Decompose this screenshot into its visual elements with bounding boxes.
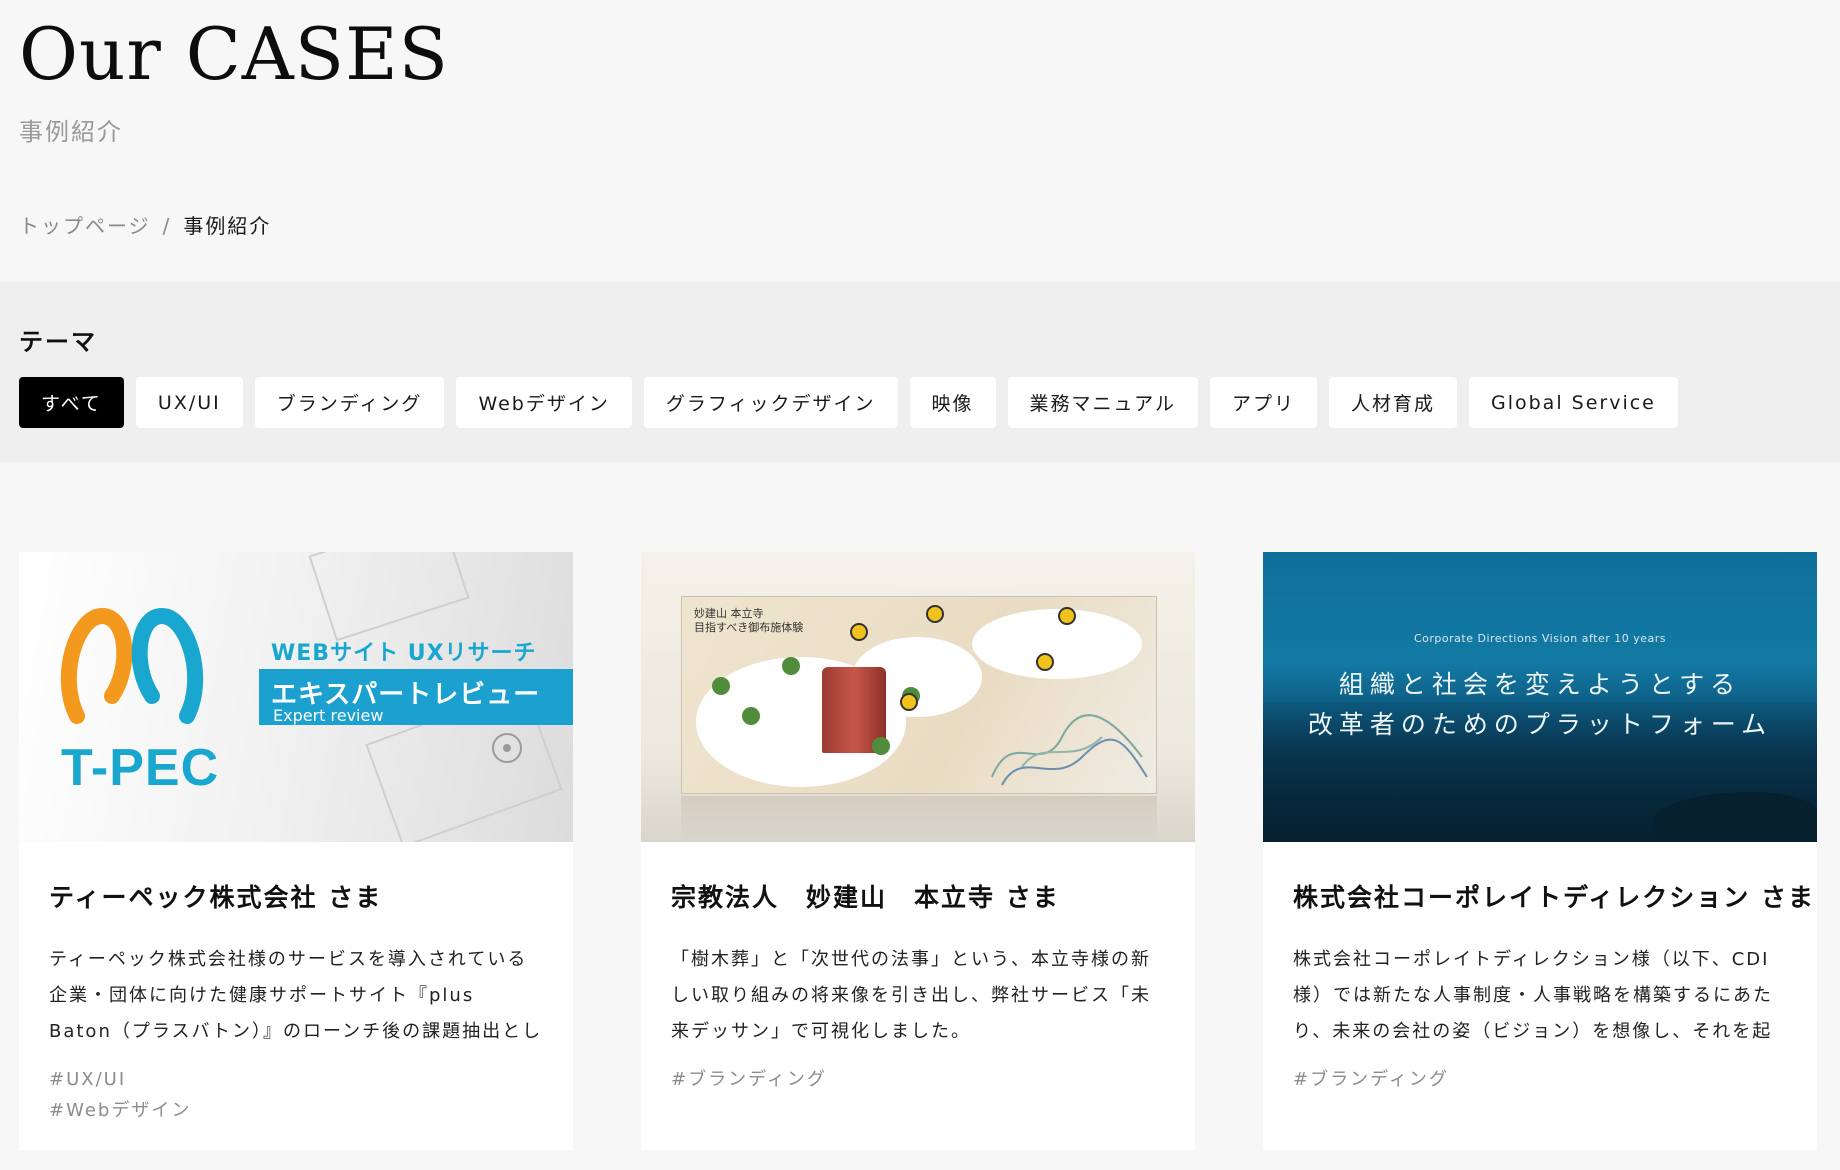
thumbnail-headline-line1: 組織と社会を変えようとする [1338, 670, 1742, 699]
face-icon [900, 693, 918, 711]
tree-illustration [742, 707, 760, 725]
case-card-tag[interactable]: #ブランディング [671, 1064, 1165, 1095]
face-icon [1058, 607, 1076, 625]
case-card-tag[interactable]: #UX/UI [49, 1064, 543, 1095]
page-title: Our CASES [19, 12, 449, 96]
illustration-caption-line: 妙建山 本立寺 [694, 607, 764, 620]
case-thumbnail-honryuji[interactable]: 妙建山 本立寺 目指すべき御布施体験 [641, 552, 1195, 842]
tpec-logo-text: T-PEC [61, 739, 220, 797]
thumbnail-small-caption: Corporate Directions Vision after 10 yea… [1413, 632, 1667, 645]
theme-tag-branding[interactable]: ブランディング [254, 377, 445, 428]
face-icon [926, 605, 944, 623]
illustration-island [972, 609, 1142, 679]
illustration-caption-line: 目指すべき御布施体験 [694, 621, 804, 634]
thumbnail-headline-line2: 改革者のためのプラットフォーム [1307, 710, 1773, 739]
case-card-tags: #ブランディング [671, 1064, 1165, 1095]
breadcrumb-current: 事例紹介 [183, 214, 272, 238]
case-card-tag[interactable]: #Webデザイン [49, 1095, 543, 1126]
theme-filter-section: テーマ すべて UX/UI ブランディング Webデザイン グラフィックデザイン… [0, 282, 1840, 462]
page-header: Our CASES 事例紹介 [19, 0, 449, 147]
case-card-cdi[interactable]: Corporate Directions Vision after 10 yea… [1263, 552, 1817, 1150]
breadcrumb-separator: / [162, 214, 172, 238]
case-card-description: 株式会社コーポレイトディレクション様（以下、CDI様）では新たな人事制度・人事戦… [1293, 949, 1773, 1042]
thumbnail-banner-subtitle: Expert review [273, 706, 384, 725]
case-card-body: 株式会社コーポレイトディレクション さま 株式会社コーポレイトディレクション様（… [1263, 842, 1817, 1095]
illustration-reflection [681, 796, 1157, 842]
play-circle-icon [492, 733, 522, 763]
theme-tag-hr-development[interactable]: 人材育成 [1328, 377, 1457, 428]
theme-tag-ux-ui[interactable]: UX/UI [135, 377, 243, 428]
case-card-description: 「樹木葬」と「次世代の法事」という、本立寺様の新しい取り組みの将来像を引き出し、… [671, 949, 1151, 1042]
tree-illustration [872, 737, 890, 755]
theme-label: テーマ [19, 328, 97, 356]
cases-page: Our CASES 事例紹介 トップページ / 事例紹介 テーマ すべて UX/UI… [0, 0, 1840, 1170]
case-card-tags: #ブランディング [1293, 1064, 1787, 1095]
case-card-tag[interactable]: #ブランディング [1293, 1064, 1787, 1095]
case-card-description: ティーペック株式会社様のサービスを導入されている企業・団体に向けた健康サポートサ… [49, 949, 543, 1042]
breadcrumb-home-link[interactable]: トップページ [19, 214, 151, 238]
case-card-title[interactable]: ティーペック株式会社 さま [49, 878, 543, 914]
thumbnail-banner: エキスパートレビュー Expert review [259, 669, 573, 725]
theme-tag-app[interactable]: アプリ [1209, 377, 1317, 428]
illustration-caption: 妙建山 本立寺 目指すべき御布施体験 [694, 607, 803, 635]
case-card-body: 宗教法人 妙建山 本立寺 さま 「樹木葬」と「次世代の法事」という、本立寺様の新… [641, 842, 1195, 1095]
tree-illustration [712, 677, 730, 695]
theme-tag-all[interactable]: すべて [19, 377, 124, 428]
case-card-tpec[interactable]: T-PEC WEBサイト UXリサーチ エキスパートレビュー Expert re… [19, 552, 573, 1150]
theme-tag-graphic-design[interactable]: グラフィックデザイン [643, 377, 898, 428]
case-card-title[interactable]: 株式会社コーポレイトディレクション さま [1293, 878, 1813, 914]
theme-tag-business-manual[interactable]: 業務マニュアル [1007, 377, 1198, 428]
case-thumbnail-cdi[interactable]: Corporate Directions Vision after 10 yea… [1263, 552, 1817, 842]
face-icon [850, 623, 868, 641]
theme-tag-global-service[interactable]: Global Service [1468, 377, 1678, 428]
theme-tag-list: すべて UX/UI ブランディング Webデザイン グラフィックデザイン 映像 … [19, 377, 1678, 428]
case-thumbnail-tpec[interactable]: T-PEC WEBサイト UXリサーチ エキスパートレビュー Expert re… [19, 552, 573, 842]
swirl-pattern-icon [991, 714, 1148, 786]
illustration-panel: 妙建山 本立寺 目指すべき御布施体験 [681, 596, 1157, 794]
tree-illustration [782, 657, 800, 675]
case-card-tags: #UX/UI #Webデザイン [49, 1064, 543, 1126]
page-subtitle: 事例紹介 [19, 118, 123, 146]
thumbnail-headline: WEBサイト UXリサーチ [271, 641, 537, 666]
tpec-logo-icon [60, 607, 204, 724]
case-card-list: T-PEC WEBサイト UXリサーチ エキスパートレビュー Expert re… [19, 552, 1817, 1150]
case-card-title[interactable]: 宗教法人 妙建山 本立寺 さま [671, 878, 1165, 914]
face-icon [1036, 653, 1054, 671]
case-card-honryuji[interactable]: 妙建山 本立寺 目指すべき御布施体験 宗教法人 妙建山 本立寺 さま 「樹木葬」… [641, 552, 1195, 1150]
theme-tag-web-design[interactable]: Webデザイン [456, 377, 632, 428]
breadcrumb: トップページ / 事例紹介 [19, 210, 271, 239]
wireframe-sketch [308, 552, 470, 642]
theme-tag-video[interactable]: 映像 [909, 377, 996, 428]
case-card-body: ティーペック株式会社 さま ティーペック株式会社様のサービスを導入されている企業… [19, 842, 573, 1126]
